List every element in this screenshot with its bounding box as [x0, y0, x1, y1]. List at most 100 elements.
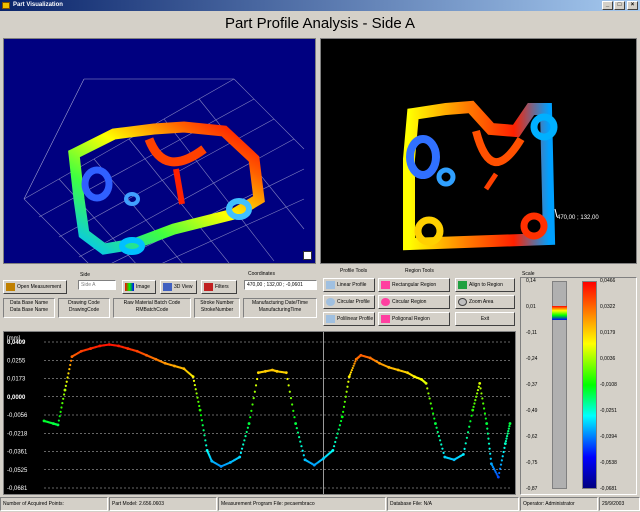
chart-point-fill: [298, 436, 301, 439]
chart-point-fill: [502, 450, 505, 454]
chart-point-fill: [465, 436, 468, 439]
chart-point-fill: [352, 364, 355, 367]
3d-view-button[interactable]: 3D View: [160, 280, 197, 294]
scale-tick: -0,62: [526, 434, 538, 440]
chart-point-fill: [194, 388, 197, 391]
chart-point-fill: [62, 393, 66, 396]
chart-point-fill: [489, 452, 492, 455]
scale-tick: -0,75: [526, 460, 538, 466]
chart-point-fill: [249, 416, 252, 419]
colorbar: [582, 281, 597, 489]
zoom-area-button[interactable]: Zoom Area: [455, 295, 515, 309]
app-icon: [2, 2, 10, 9]
chart-ytick-label: -0,0681: [7, 486, 28, 492]
view-3d[interactable]: [3, 38, 316, 264]
chart-point-fill: [253, 390, 256, 393]
circular-profile-button[interactable]: Circular Profile: [323, 295, 375, 309]
chart-point-fill: [507, 427, 510, 430]
chart-point-fill: [432, 412, 435, 415]
close-button[interactable]: ×: [627, 1, 638, 10]
scale-tick: -0,0108: [600, 382, 617, 388]
scale-tick: -0,0394: [600, 434, 617, 440]
chart-point-fill: [243, 439, 246, 442]
chart-ytick-label: -0,0525: [7, 468, 28, 474]
scale-panel: Scale 0,14 0,01 -0,11 -0,24 -0,37 -0,49 -0,62-…: [520, 271, 637, 495]
circle-icon: [326, 298, 335, 306]
chart-point: [503, 442, 507, 446]
chart-ytick-label: -0,0218: [7, 431, 28, 437]
chart-point: [56, 423, 60, 427]
chart-point-fill: [468, 425, 471, 428]
minimize-button[interactable]: _: [602, 1, 613, 10]
open-measurement-button[interactable]: Open Measurement: [3, 280, 67, 294]
scale-frame: [520, 277, 637, 495]
polygon-icon: [381, 315, 390, 323]
linear-profile-button[interactable]: Linear Profile: [323, 278, 375, 292]
chart-ytick-label: 0,0173: [7, 377, 26, 383]
align-to-region-button[interactable]: Align to Region: [455, 278, 515, 292]
view-3d-canvas: [23, 78, 305, 263]
chart-point-fill: [472, 405, 475, 408]
chart-point-fill: [507, 430, 510, 433]
expand-icon[interactable]: [303, 251, 312, 260]
coordinates-field: 470,00 ; 132,00 ; -0,0601: [244, 280, 317, 290]
chart-point-fill: [353, 362, 356, 365]
chart-ytick-label: -0,0361: [7, 450, 28, 456]
maximize-button[interactable]: □: [614, 1, 625, 10]
chart-point-fill: [254, 384, 258, 387]
rectangular-region-button[interactable]: Rectangular Region: [378, 278, 450, 292]
chart-point-fill: [480, 392, 483, 395]
scale-range-indicator[interactable]: [552, 306, 567, 320]
chart-point-fill: [339, 419, 343, 423]
chart-point-fill: [440, 443, 443, 446]
chart-point-fill: [336, 432, 339, 435]
stroke-number-group: Stroke Number StrokeNumber: [194, 298, 240, 318]
chart-point-fill: [482, 402, 485, 405]
chart-point-fill: [292, 409, 295, 412]
chart-point-fill: [251, 403, 254, 406]
profile-chart[interactable]: [mm] 0,0409 0,0255 0,0173 0,0000 -0,0056 -0,02…: [3, 331, 516, 495]
filters-button[interactable]: Filters: [201, 280, 237, 294]
chart-point-fill: [252, 397, 255, 400]
scale-tick: -0,0538: [600, 460, 617, 466]
linear-profile-label: Linear Profile: [337, 282, 367, 288]
chart-point-fill: [335, 436, 338, 439]
polilinear-profile-button[interactable]: Polilinear Profile: [323, 312, 375, 326]
part-3d-model: [68, 121, 265, 255]
chart-point-fill: [289, 397, 293, 400]
chart-point-fill: [477, 385, 480, 388]
chart-point-fill: [349, 371, 353, 374]
side-select[interactable]: Side A: [78, 280, 116, 290]
chart-point-fill: [351, 366, 354, 370]
scale-tick: -0,24: [526, 356, 538, 362]
chart-point-fill: [204, 439, 207, 442]
chart-point: [485, 422, 489, 425]
chart-point-fill: [436, 430, 439, 434]
chart-point-fill: [501, 455, 504, 458]
chart-point-fill: [486, 432, 489, 435]
chart-point-fill: [426, 387, 429, 390]
raw-material-value: RMBatchCode: [135, 307, 169, 313]
chart-point-fill: [430, 407, 434, 410]
chart-point: [347, 375, 351, 379]
exit-button[interactable]: Exit: [455, 312, 515, 326]
chart-point-fill: [291, 403, 294, 406]
raw-material-group: Raw Material Batch Code RMBatchCode: [113, 298, 191, 318]
circular-region-button[interactable]: Circular Region: [378, 295, 450, 309]
image-icon: [125, 283, 134, 291]
chart-point-fill: [486, 427, 489, 430]
zoom-area-label: Zoom Area: [469, 299, 494, 305]
status-bar: Number of Acquired Points: Part Model: 2…: [0, 497, 640, 512]
chart-point-fill: [475, 395, 478, 398]
rectangular-region-label: Rectangular Region: [392, 282, 437, 288]
status-database: Database File: N/A: [387, 497, 519, 511]
image-button[interactable]: Image: [122, 280, 156, 294]
chart-point-fill: [474, 399, 477, 402]
status-points: Number of Acquired Points:: [0, 497, 108, 511]
image-button-label: Image: [136, 284, 150, 290]
chart-point-fill: [508, 424, 511, 428]
window-titlebar: Part Visualization: [0, 0, 640, 11]
view-2d[interactable]: 470,00 ; 132,00: [320, 38, 637, 264]
polygonal-region-button[interactable]: Poligonal Region: [378, 312, 450, 326]
chart-point-fill: [246, 426, 249, 429]
